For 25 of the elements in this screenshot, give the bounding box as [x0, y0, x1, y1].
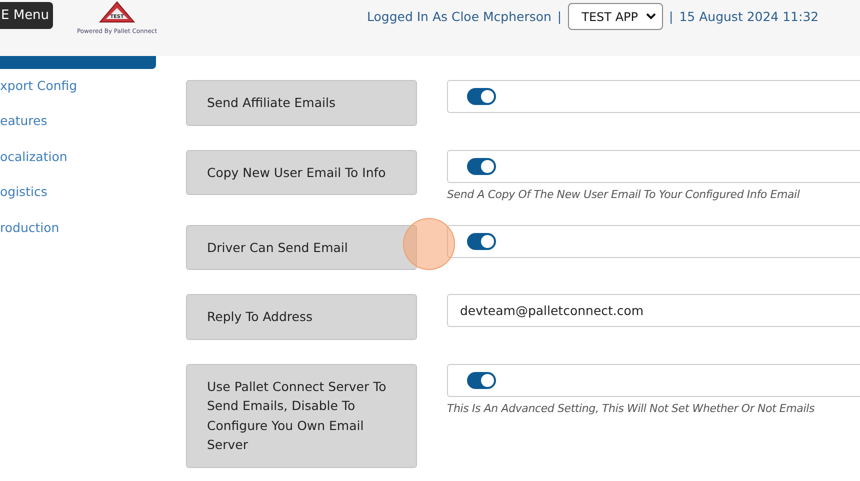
menu-button[interactable]: E Menu [0, 2, 53, 29]
app-select[interactable]: TEST APP [568, 3, 663, 30]
toggle-switch[interactable] [467, 88, 496, 105]
help-text: Send A Copy Of The New User Email To Your Configured Info Email [447, 188, 801, 200]
setting-label: Reply To Address [186, 294, 417, 340]
sidebar-item[interactable]: eatures [0, 114, 156, 150]
logged-in-user: Logged In As Cloe Mcpherson [367, 9, 552, 24]
date-time: 15 August 2024 11:32 [679, 9, 819, 24]
sidebar-item[interactable]: xport Config [0, 79, 156, 114]
setting-label: Copy New User Email To Info [186, 150, 417, 195]
sidebar-item[interactable]: roduction [0, 220, 156, 256]
toggle-switch[interactable] [467, 372, 496, 388]
separator: | [557, 9, 562, 24]
sidebar-item[interactable]: ocalization [0, 150, 156, 186]
setting-label: Driver Can Send Email [186, 224, 417, 270]
help-text: This Is An Advanced Setting, This Will Not Set Whether Or Not Emails [447, 402, 816, 414]
reply-address-field[interactable]: devteam@palletconnect.com [447, 294, 860, 327]
chevron-icon [646, 13, 656, 20]
toggle-switch[interactable] [467, 232, 496, 250]
click-indicator [403, 218, 455, 270]
setting-label: Send Affiliate Emails [186, 80, 417, 126]
toggle-switch[interactable] [467, 158, 496, 174]
separator: | [669, 9, 674, 24]
setting-label: Use Pallet Connect Server To Send Emails, Disable To Configure You Own Email Server [186, 364, 417, 468]
sidebar-item[interactable]: ogistics [0, 185, 156, 221]
